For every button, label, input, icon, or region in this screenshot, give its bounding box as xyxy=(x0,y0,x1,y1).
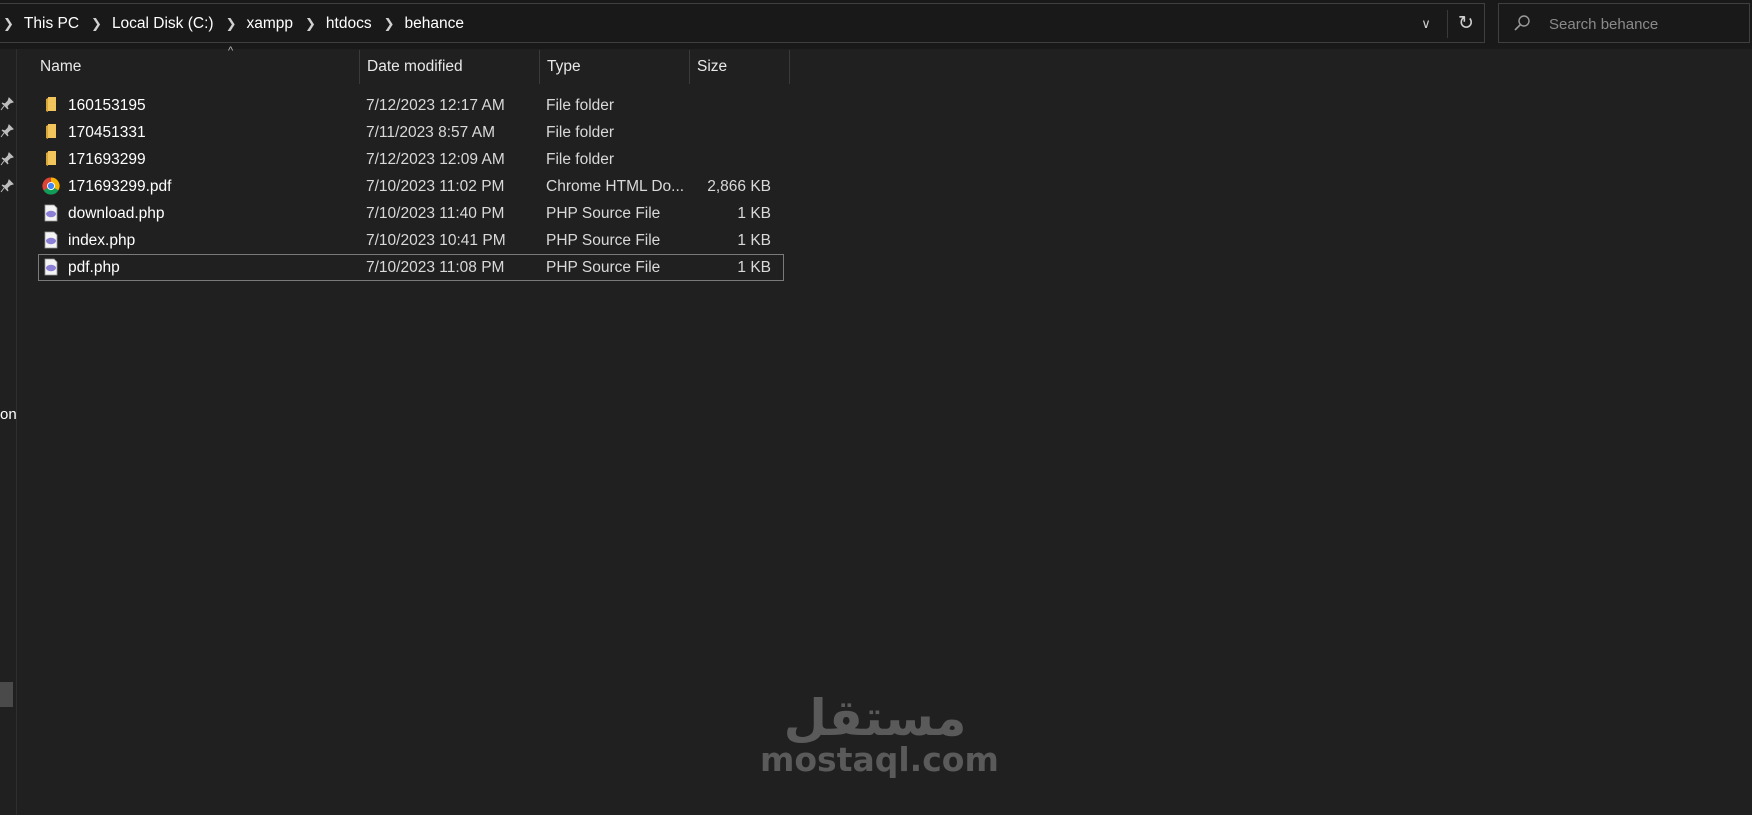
file-date: 7/10/2023 10:41 PM xyxy=(366,232,506,249)
file-size: 2,866 KB xyxy=(707,178,771,195)
file-row-selected[interactable]: pdf.php 7/10/2023 11:08 PM PHP Source Fi… xyxy=(38,254,784,281)
file-size xyxy=(663,92,771,119)
address-bar[interactable]: ❯ This PC ❯ Local Disk (C:) ❯ xampp ❯ ht… xyxy=(0,3,1485,43)
breadcrumb-this-pc[interactable]: This PC xyxy=(24,15,79,33)
chevron-right-icon[interactable]: ❯ xyxy=(226,16,237,32)
search-input[interactable] xyxy=(1547,8,1747,40)
file-name: pdf.php xyxy=(68,259,120,276)
address-toolbar: ❯ This PC ❯ Local Disk (C:) ❯ xampp ❯ ht… xyxy=(0,0,1752,49)
file-row[interactable]: 171693299.pdf 7/10/2023 11:02 PM Chrome … xyxy=(38,173,784,200)
breadcrumb-htdocs[interactable]: htdocs xyxy=(326,15,372,33)
column-divider[interactable] xyxy=(359,50,360,84)
chevron-down-icon[interactable]: ∨ xyxy=(1413,12,1439,36)
file-row[interactable]: index.php 7/10/2023 10:41 PM PHP Source … xyxy=(38,227,784,254)
file-date: 7/10/2023 11:02 PM xyxy=(366,178,505,195)
file-name: 171693299 xyxy=(68,151,146,168)
file-row[interactable]: download.php 7/10/2023 11:40 PM PHP Sour… xyxy=(38,200,784,227)
file-name: 170451331 xyxy=(68,124,146,141)
php-file-icon xyxy=(44,204,58,222)
file-date: 7/12/2023 12:17 AM xyxy=(366,97,505,114)
refresh-icon[interactable]: ↻ xyxy=(1451,11,1481,37)
column-header-type[interactable]: Type xyxy=(545,50,667,84)
file-size xyxy=(663,146,771,173)
scrollbar-thumb[interactable] xyxy=(0,682,13,707)
pin-icon[interactable] xyxy=(0,152,14,166)
chevron-right-icon[interactable]: ❯ xyxy=(305,16,316,32)
file-row[interactable]: 171693299 7/12/2023 12:09 AM File folder xyxy=(38,146,784,173)
file-row[interactable]: 160153195 7/12/2023 12:17 AM File folder xyxy=(38,92,784,119)
file-date: 7/12/2023 12:09 AM xyxy=(366,151,505,168)
watermark-arabic-text: مستقل xyxy=(783,689,967,747)
file-name: 160153195 xyxy=(68,97,146,114)
php-file-icon xyxy=(44,231,58,249)
pin-icon[interactable] xyxy=(0,97,14,111)
navigation-pane: on xyxy=(0,49,17,815)
breadcrumb-xampp[interactable]: xampp xyxy=(246,15,293,33)
column-divider[interactable] xyxy=(789,50,790,84)
divider xyxy=(1447,10,1448,38)
pin-icon[interactable] xyxy=(0,179,14,193)
pin-icon[interactable] xyxy=(0,124,14,138)
chevron-right-icon[interactable]: ❯ xyxy=(3,16,14,32)
folder-icon xyxy=(46,97,56,112)
breadcrumb: ❯ This PC ❯ Local Disk (C:) ❯ xampp ❯ ht… xyxy=(3,4,476,44)
file-size: 1 KB xyxy=(737,232,771,249)
chevron-right-icon[interactable]: ❯ xyxy=(384,16,395,32)
file-name: 171693299.pdf xyxy=(68,178,172,195)
column-divider[interactable] xyxy=(689,50,690,84)
file-row[interactable]: 170451331 7/11/2023 8:57 AM File folder xyxy=(38,119,784,146)
breadcrumb-behance[interactable]: behance xyxy=(405,15,464,33)
php-file-icon xyxy=(44,258,58,276)
column-divider[interactable] xyxy=(539,50,540,84)
file-name: download.php xyxy=(68,205,165,222)
folder-icon xyxy=(46,151,56,166)
folder-icon xyxy=(46,124,56,139)
file-date: 7/11/2023 8:57 AM xyxy=(366,124,495,141)
file-size: 1 KB xyxy=(737,205,771,222)
watermark-url-text: mostaql.com xyxy=(760,740,999,779)
column-header-name[interactable]: Name xyxy=(38,50,360,84)
chevron-right-icon[interactable]: ❯ xyxy=(91,16,102,32)
search-box[interactable] xyxy=(1498,3,1750,43)
search-icon xyxy=(1514,15,1530,31)
column-header-date[interactable]: Date modified xyxy=(365,50,517,84)
column-header-size[interactable]: Size xyxy=(695,50,777,84)
file-date: 7/10/2023 11:40 PM xyxy=(366,205,505,222)
file-name: index.php xyxy=(68,232,136,249)
watermark: مستقل mostaql.com xyxy=(760,689,999,779)
chrome-icon xyxy=(42,177,60,195)
file-size xyxy=(663,119,771,146)
breadcrumb-local-disk[interactable]: Local Disk (C:) xyxy=(112,15,214,33)
file-date: 7/10/2023 11:08 PM xyxy=(366,259,505,276)
nav-item-label[interactable]: on xyxy=(0,406,17,423)
file-size: 1 KB xyxy=(737,259,771,276)
